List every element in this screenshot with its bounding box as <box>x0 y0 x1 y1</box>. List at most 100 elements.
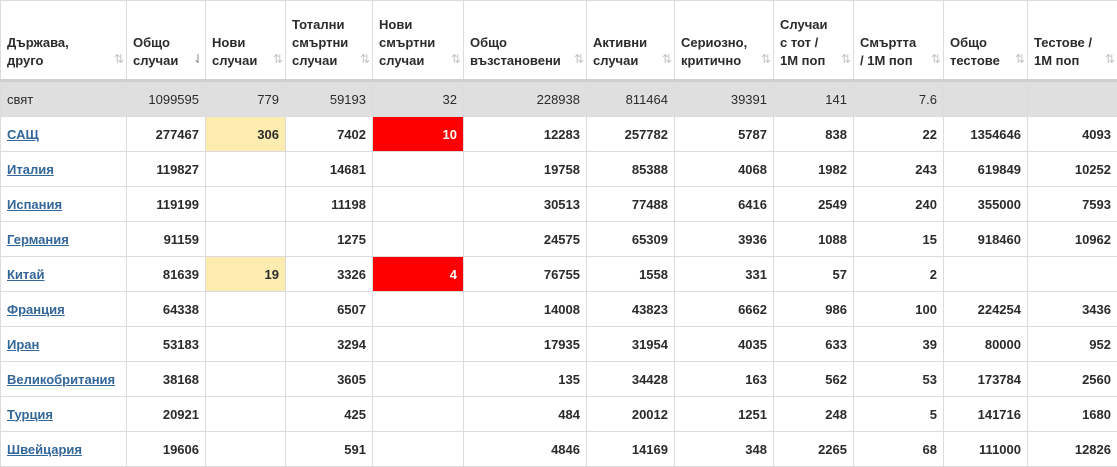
cell-tests-per-1m: 1680 <box>1028 397 1117 432</box>
cell-new-deaths <box>373 152 464 187</box>
column-header-tests-per-1m[interactable]: Тестове / 1M поп⇅ <box>1028 1 1117 81</box>
column-header-label: Общо случаи <box>133 34 199 70</box>
table-row: Италия1198271468119758853884068198224361… <box>1 152 1117 187</box>
sort-icon[interactable]: ⇅ <box>841 50 848 68</box>
cell-new-deaths: 4 <box>373 257 464 292</box>
cell-deaths-per-1m: 68 <box>854 432 944 467</box>
cell-active-cases: 1558 <box>587 257 675 292</box>
country-link[interactable]: Швейцария <box>7 442 82 457</box>
cell-serious-critical: 39391 <box>675 81 774 117</box>
column-header-new-cases[interactable]: Нови случаи⇅ <box>206 1 286 81</box>
cell-deaths-per-1m: 15 <box>854 222 944 257</box>
cell-total-cases: 20921 <box>127 397 206 432</box>
cell-cases-per-1m: 248 <box>774 397 854 432</box>
sort-icon[interactable]: ⇅ <box>574 50 581 68</box>
cell-new-deaths <box>373 327 464 362</box>
table-body: свят109959577959193322289388114643939114… <box>1 81 1117 467</box>
sort-icon[interactable]: ⇅ <box>1105 50 1112 68</box>
country-link[interactable]: Великобритания <box>7 372 115 387</box>
column-header-total-cases[interactable]: Общо случаи⇃ <box>127 1 206 81</box>
sort-icon[interactable]: ⇅ <box>273 50 280 68</box>
column-header-new-deaths[interactable]: Нови смъртни случаи⇅ <box>373 1 464 81</box>
sort-icon[interactable]: ⇅ <box>761 50 768 68</box>
cell-new-cases <box>206 152 286 187</box>
cell-active-cases: 257782 <box>587 117 675 152</box>
country-link[interactable]: САЩ <box>7 127 39 142</box>
column-header-total-deaths[interactable]: Тотални смъртни случаи⇅ <box>286 1 373 81</box>
country-link[interactable]: Турция <box>7 407 53 422</box>
cell-active-cases: 85388 <box>587 152 675 187</box>
column-header-serious-critical[interactable]: Сериозно, критично⇅ <box>675 1 774 81</box>
cell-active-cases: 20012 <box>587 397 675 432</box>
cell-tests-per-1m: 7593 <box>1028 187 1117 222</box>
country-link[interactable]: Иран <box>7 337 39 352</box>
sort-icon[interactable]: ⇅ <box>1015 50 1022 68</box>
country-link[interactable]: Германия <box>7 232 69 247</box>
cell-deaths-per-1m: 243 <box>854 152 944 187</box>
cell-cases-per-1m: 2265 <box>774 432 854 467</box>
cell-name: Германия <box>1 222 127 257</box>
sort-icon[interactable]: ⇅ <box>662 50 669 68</box>
cell-serious-critical: 4035 <box>675 327 774 362</box>
column-header-label: Държава, друго <box>7 34 120 70</box>
cell-total-deaths: 3294 <box>286 327 373 362</box>
cell-cases-per-1m: 986 <box>774 292 854 327</box>
table-row: Иран531833294179353195440356333980000952 <box>1 327 1117 362</box>
cell-new-cases <box>206 362 286 397</box>
cell-total-recovered: 24575 <box>464 222 587 257</box>
cell-name: Франция <box>1 292 127 327</box>
cell-deaths-per-1m: 7.6 <box>854 81 944 117</box>
column-header-total-recovered[interactable]: Общо възстановени⇅ <box>464 1 587 81</box>
sort-icon[interactable]: ⇃ <box>193 50 200 68</box>
cell-total-tests: 619849 <box>944 152 1028 187</box>
cell-total-deaths: 3605 <box>286 362 373 397</box>
cell-new-deaths <box>373 432 464 467</box>
cell-serious-critical: 6662 <box>675 292 774 327</box>
cell-serious-critical: 1251 <box>675 397 774 432</box>
cell-tests-per-1m <box>1028 81 1117 117</box>
cell-total-tests: 1354646 <box>944 117 1028 152</box>
column-header-deaths-per-1m[interactable]: Смъртта / 1M поп⇅ <box>854 1 944 81</box>
cell-total-tests: 111000 <box>944 432 1028 467</box>
table-row: Швейцария1960659148461416934822656811100… <box>1 432 1117 467</box>
country-link[interactable]: Испания <box>7 197 62 212</box>
world-total-row: свят109959577959193322289388114643939114… <box>1 81 1117 117</box>
cell-active-cases: 77488 <box>587 187 675 222</box>
column-header-country[interactable]: Държава, друго⇅ <box>1 1 127 81</box>
cell-total-cases: 64338 <box>127 292 206 327</box>
cell-total-cases: 19606 <box>127 432 206 467</box>
cell-total-cases: 38168 <box>127 362 206 397</box>
sort-icon[interactable]: ⇅ <box>451 50 458 68</box>
sort-icon[interactable]: ⇅ <box>931 50 938 68</box>
cell-new-cases <box>206 397 286 432</box>
country-link[interactable]: Франция <box>7 302 65 317</box>
column-header-total-tests[interactable]: Общо тестове⇅ <box>944 1 1028 81</box>
column-header-active-cases[interactable]: Активни случаи⇅ <box>587 1 675 81</box>
cell-name: свят <box>1 81 127 117</box>
cell-cases-per-1m: 1982 <box>774 152 854 187</box>
country-link[interactable]: Китай <box>7 267 45 282</box>
table-row: Китай816391933264767551558331572 <box>1 257 1117 292</box>
cell-tests-per-1m: 2560 <box>1028 362 1117 397</box>
cell-total-tests <box>944 81 1028 117</box>
covid-stats-table: Държава, друго⇅Общо случаи⇃Нови случаи⇅Т… <box>0 0 1117 467</box>
cell-new-deaths <box>373 362 464 397</box>
cell-total-cases: 53183 <box>127 327 206 362</box>
cell-new-cases: 19 <box>206 257 286 292</box>
cell-name: Китай <box>1 257 127 292</box>
cell-tests-per-1m: 952 <box>1028 327 1117 362</box>
cell-total-cases: 119199 <box>127 187 206 222</box>
country-link[interactable]: Италия <box>7 162 54 177</box>
cell-total-recovered: 228938 <box>464 81 587 117</box>
sort-icon[interactable]: ⇅ <box>114 50 121 68</box>
cell-new-deaths <box>373 397 464 432</box>
cell-new-cases <box>206 327 286 362</box>
cell-total-tests: 224254 <box>944 292 1028 327</box>
cell-serious-critical: 3936 <box>675 222 774 257</box>
cell-name: Италия <box>1 152 127 187</box>
sort-icon[interactable]: ⇅ <box>360 50 367 68</box>
cell-total-tests: 355000 <box>944 187 1028 222</box>
column-header-label: Сериозно, критично <box>681 34 767 70</box>
column-header-cases-per-1m[interactable]: Случаи с тот / 1M поп⇅ <box>774 1 854 81</box>
cell-new-deaths <box>373 222 464 257</box>
